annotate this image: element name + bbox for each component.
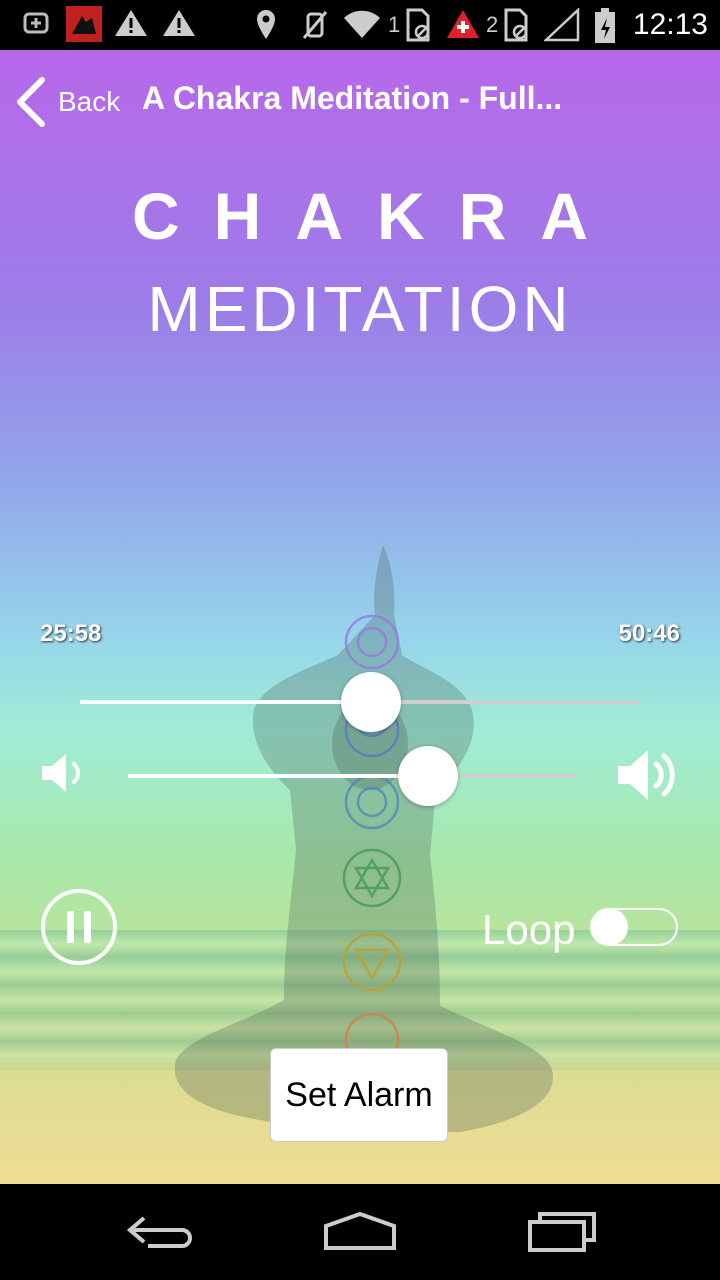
add-icon (23, 12, 49, 34)
wifi-icon (344, 10, 380, 38)
signal-icon (544, 8, 580, 42)
pause-button[interactable] (40, 888, 118, 966)
app-notification-icon (66, 6, 102, 42)
current-time: 25:58 (40, 620, 102, 647)
location-icon (257, 10, 275, 39)
volume-fill (128, 774, 429, 778)
medical-icon (447, 10, 479, 38)
back-button[interactable]: Back (14, 76, 120, 128)
volume-high-icon[interactable] (614, 744, 682, 806)
back-label: Back (58, 86, 121, 117)
loop-toggle[interactable] (590, 908, 678, 946)
loop-label: Loop (482, 906, 576, 953)
status-bar: 1 2 12:13 (0, 0, 720, 50)
page-title: A Chakra Meditation - Full... (142, 80, 563, 116)
battery-icon (595, 8, 615, 43)
navigation-bar (0, 1184, 720, 1280)
total-time: 50:46 (618, 620, 680, 647)
volume-thumb[interactable] (398, 746, 459, 806)
sim-icon (504, 8, 528, 42)
sim2-label: 2 (486, 12, 499, 37)
loop-toggle-knob (590, 908, 628, 946)
player-screen: Back A Chakra Meditation - Full... CHAKR… (0, 50, 720, 1184)
recents-nav-icon[interactable] (526, 1206, 598, 1256)
set-alarm-button[interactable]: Set Alarm (270, 1048, 448, 1142)
progress-fill (80, 700, 372, 704)
clock: 12:13 (632, 8, 708, 41)
chevron-left-icon (17, 77, 45, 127)
sim-icon (406, 8, 430, 42)
progress-thumb[interactable] (341, 672, 402, 732)
volume-slider[interactable] (128, 774, 576, 778)
mute-icon (302, 11, 328, 39)
warning-icon (115, 10, 147, 36)
artwork-title-line1: CHAKRA (132, 179, 622, 253)
warning-icon (163, 10, 195, 36)
back-nav-icon[interactable] (124, 1206, 196, 1256)
sim1-label: 1 (388, 12, 401, 37)
home-nav-icon[interactable] (322, 1206, 398, 1256)
volume-low-icon[interactable] (38, 748, 92, 798)
artwork-title-line2: MEDITATION (147, 273, 573, 345)
